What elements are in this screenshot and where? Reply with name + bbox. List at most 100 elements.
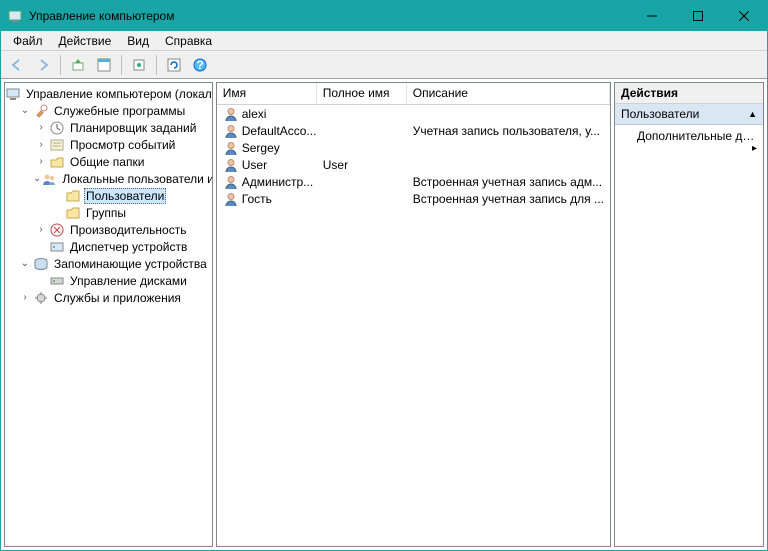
menu-file[interactable]: Файл (5, 32, 51, 50)
cell-name: DefaultAcco... (242, 124, 317, 138)
tree-root[interactable]: Управление компьютером (локальным) (5, 85, 212, 102)
tree-label: Запоминающие устройства (52, 256, 209, 272)
tree-label: Планировщик заданий (68, 120, 198, 136)
tree-device-manager[interactable]: Диспетчер устройств (5, 238, 212, 255)
tree-label: Управление компьютером (локальным) (24, 86, 213, 102)
tree-label: Управление дисками (68, 273, 189, 289)
maximize-button[interactable] (675, 1, 721, 31)
share-icon (49, 154, 65, 170)
user-icon (223, 123, 239, 139)
expander-open-icon[interactable]: ⌄ (17, 256, 33, 272)
table-row[interactable]: User User (217, 156, 610, 173)
app-icon (7, 8, 23, 24)
close-button[interactable] (721, 1, 767, 31)
cell-description: Встроенная учетная запись адм... (413, 175, 602, 189)
properties-button[interactable] (92, 53, 116, 77)
expander-open-icon[interactable]: ⌄ (33, 171, 41, 187)
services-icon (33, 290, 49, 306)
tree-storage[interactable]: ⌄ Запоминающие устройства (5, 255, 212, 272)
column-fullname[interactable]: Полное имя (317, 83, 407, 104)
menu-help[interactable]: Справка (157, 32, 220, 50)
tree-label: Служебные программы (52, 103, 187, 119)
tree-label: Службы и приложения (52, 290, 183, 306)
folder-icon (65, 205, 81, 221)
folder-icon (65, 188, 81, 204)
cell-description: Учетная запись пользователя, у... (413, 124, 600, 138)
menubar: Файл Действие Вид Справка (1, 31, 767, 51)
user-icon (223, 191, 239, 207)
table-row[interactable]: Администр... Встроенная учетная запись ад… (217, 173, 610, 190)
tree-label: Пользователи (84, 188, 166, 204)
tree-pane: Управление компьютером (локальным) ⌄ Слу… (4, 82, 213, 547)
refresh-button[interactable] (162, 53, 186, 77)
tree-groups[interactable]: Группы (5, 204, 212, 221)
up-button[interactable] (66, 53, 90, 77)
svg-text:?: ? (196, 58, 203, 72)
expander-closed-icon[interactable]: › (33, 222, 49, 238)
tree-local-users-groups[interactable]: ⌄ Локальные пользователи и группы (5, 170, 212, 187)
tree-users[interactable]: Пользователи (5, 187, 212, 204)
export-button[interactable] (127, 53, 151, 77)
tree-label: Общие папки (68, 154, 146, 170)
window-title: Управление компьютером (29, 9, 629, 23)
menu-action[interactable]: Действие (51, 32, 120, 50)
column-name[interactable]: Имя (217, 83, 317, 104)
list-pane: Имя Полное имя Описание alexiDefaultAcco… (216, 82, 611, 547)
back-button[interactable] (5, 53, 29, 77)
cell-name: Администр... (242, 175, 313, 189)
tree-label: Локальные пользователи и группы (60, 171, 212, 187)
actions-header: Действия (615, 83, 763, 104)
collapse-icon[interactable]: ▲ (748, 109, 757, 119)
forward-button[interactable] (31, 53, 55, 77)
cell-name: alexi (242, 107, 267, 121)
expander-open-icon[interactable]: ⌄ (17, 103, 33, 119)
actions-group[interactable]: Пользователи ▲ (615, 104, 763, 125)
computer-icon (5, 86, 21, 102)
menu-view[interactable]: Вид (119, 32, 157, 50)
tree-services-apps[interactable]: › Службы и приложения (5, 289, 212, 306)
tree: Управление компьютером (локальным) ⌄ Слу… (5, 83, 212, 308)
help-button[interactable]: ? (188, 53, 212, 77)
list-rows: alexi DefaultAcco... Учетная запись пользо… (217, 105, 610, 546)
tree-label: Просмотр событий (68, 137, 177, 153)
titlebar: Управление компьютером (1, 1, 767, 31)
table-row[interactable]: alexi (217, 105, 610, 122)
table-row[interactable]: ГостьВстроенная учетная запись для ... (217, 190, 610, 207)
storage-icon (33, 256, 49, 272)
user-icon (223, 140, 239, 156)
user-icon (223, 157, 239, 173)
users-groups-icon (41, 171, 57, 187)
disk-icon (49, 273, 65, 289)
actions-more[interactable]: Дополнительные дей... ▸ (615, 125, 763, 158)
device-icon (49, 239, 65, 255)
tree-performance[interactable]: › Производительность (5, 221, 212, 238)
actions-pane: Действия Пользователи ▲ Дополнительные д… (614, 82, 764, 547)
tools-icon (33, 103, 49, 119)
chevron-right-icon: ▸ (752, 143, 757, 154)
clock-icon (49, 120, 65, 136)
tree-task-scheduler[interactable]: › Планировщик заданий (5, 119, 212, 136)
expander-closed-icon[interactable]: › (33, 137, 49, 153)
tree-disk-management[interactable]: Управление дисками (5, 272, 212, 289)
cell-name: Гость (242, 192, 272, 206)
list-header: Имя Полное имя Описание (217, 83, 610, 105)
cell-name: Sergey (242, 141, 280, 155)
tree-system-tools[interactable]: ⌄ Служебные программы (5, 102, 212, 119)
expander-closed-icon[interactable]: › (17, 290, 33, 306)
tree-shared-folders[interactable]: › Общие папки (5, 153, 212, 170)
expander-closed-icon[interactable]: › (33, 154, 49, 170)
user-icon (223, 106, 239, 122)
expander-closed-icon[interactable]: › (33, 120, 49, 136)
table-row[interactable]: Sergey (217, 139, 610, 156)
tree-event-viewer[interactable]: › Просмотр событий (5, 136, 212, 153)
cell-name: User (242, 158, 267, 172)
cell-fullname: User (323, 158, 348, 172)
tree-label: Группы (84, 205, 128, 221)
user-icon (223, 174, 239, 190)
actions-more-label: Дополнительные дей... (637, 129, 763, 143)
table-row[interactable]: DefaultAcco... Учетная запись пользовател… (217, 122, 610, 139)
events-icon (49, 137, 65, 153)
column-description[interactable]: Описание (407, 83, 610, 104)
minimize-button[interactable] (629, 1, 675, 31)
tree-label: Диспетчер устройств (68, 239, 189, 255)
